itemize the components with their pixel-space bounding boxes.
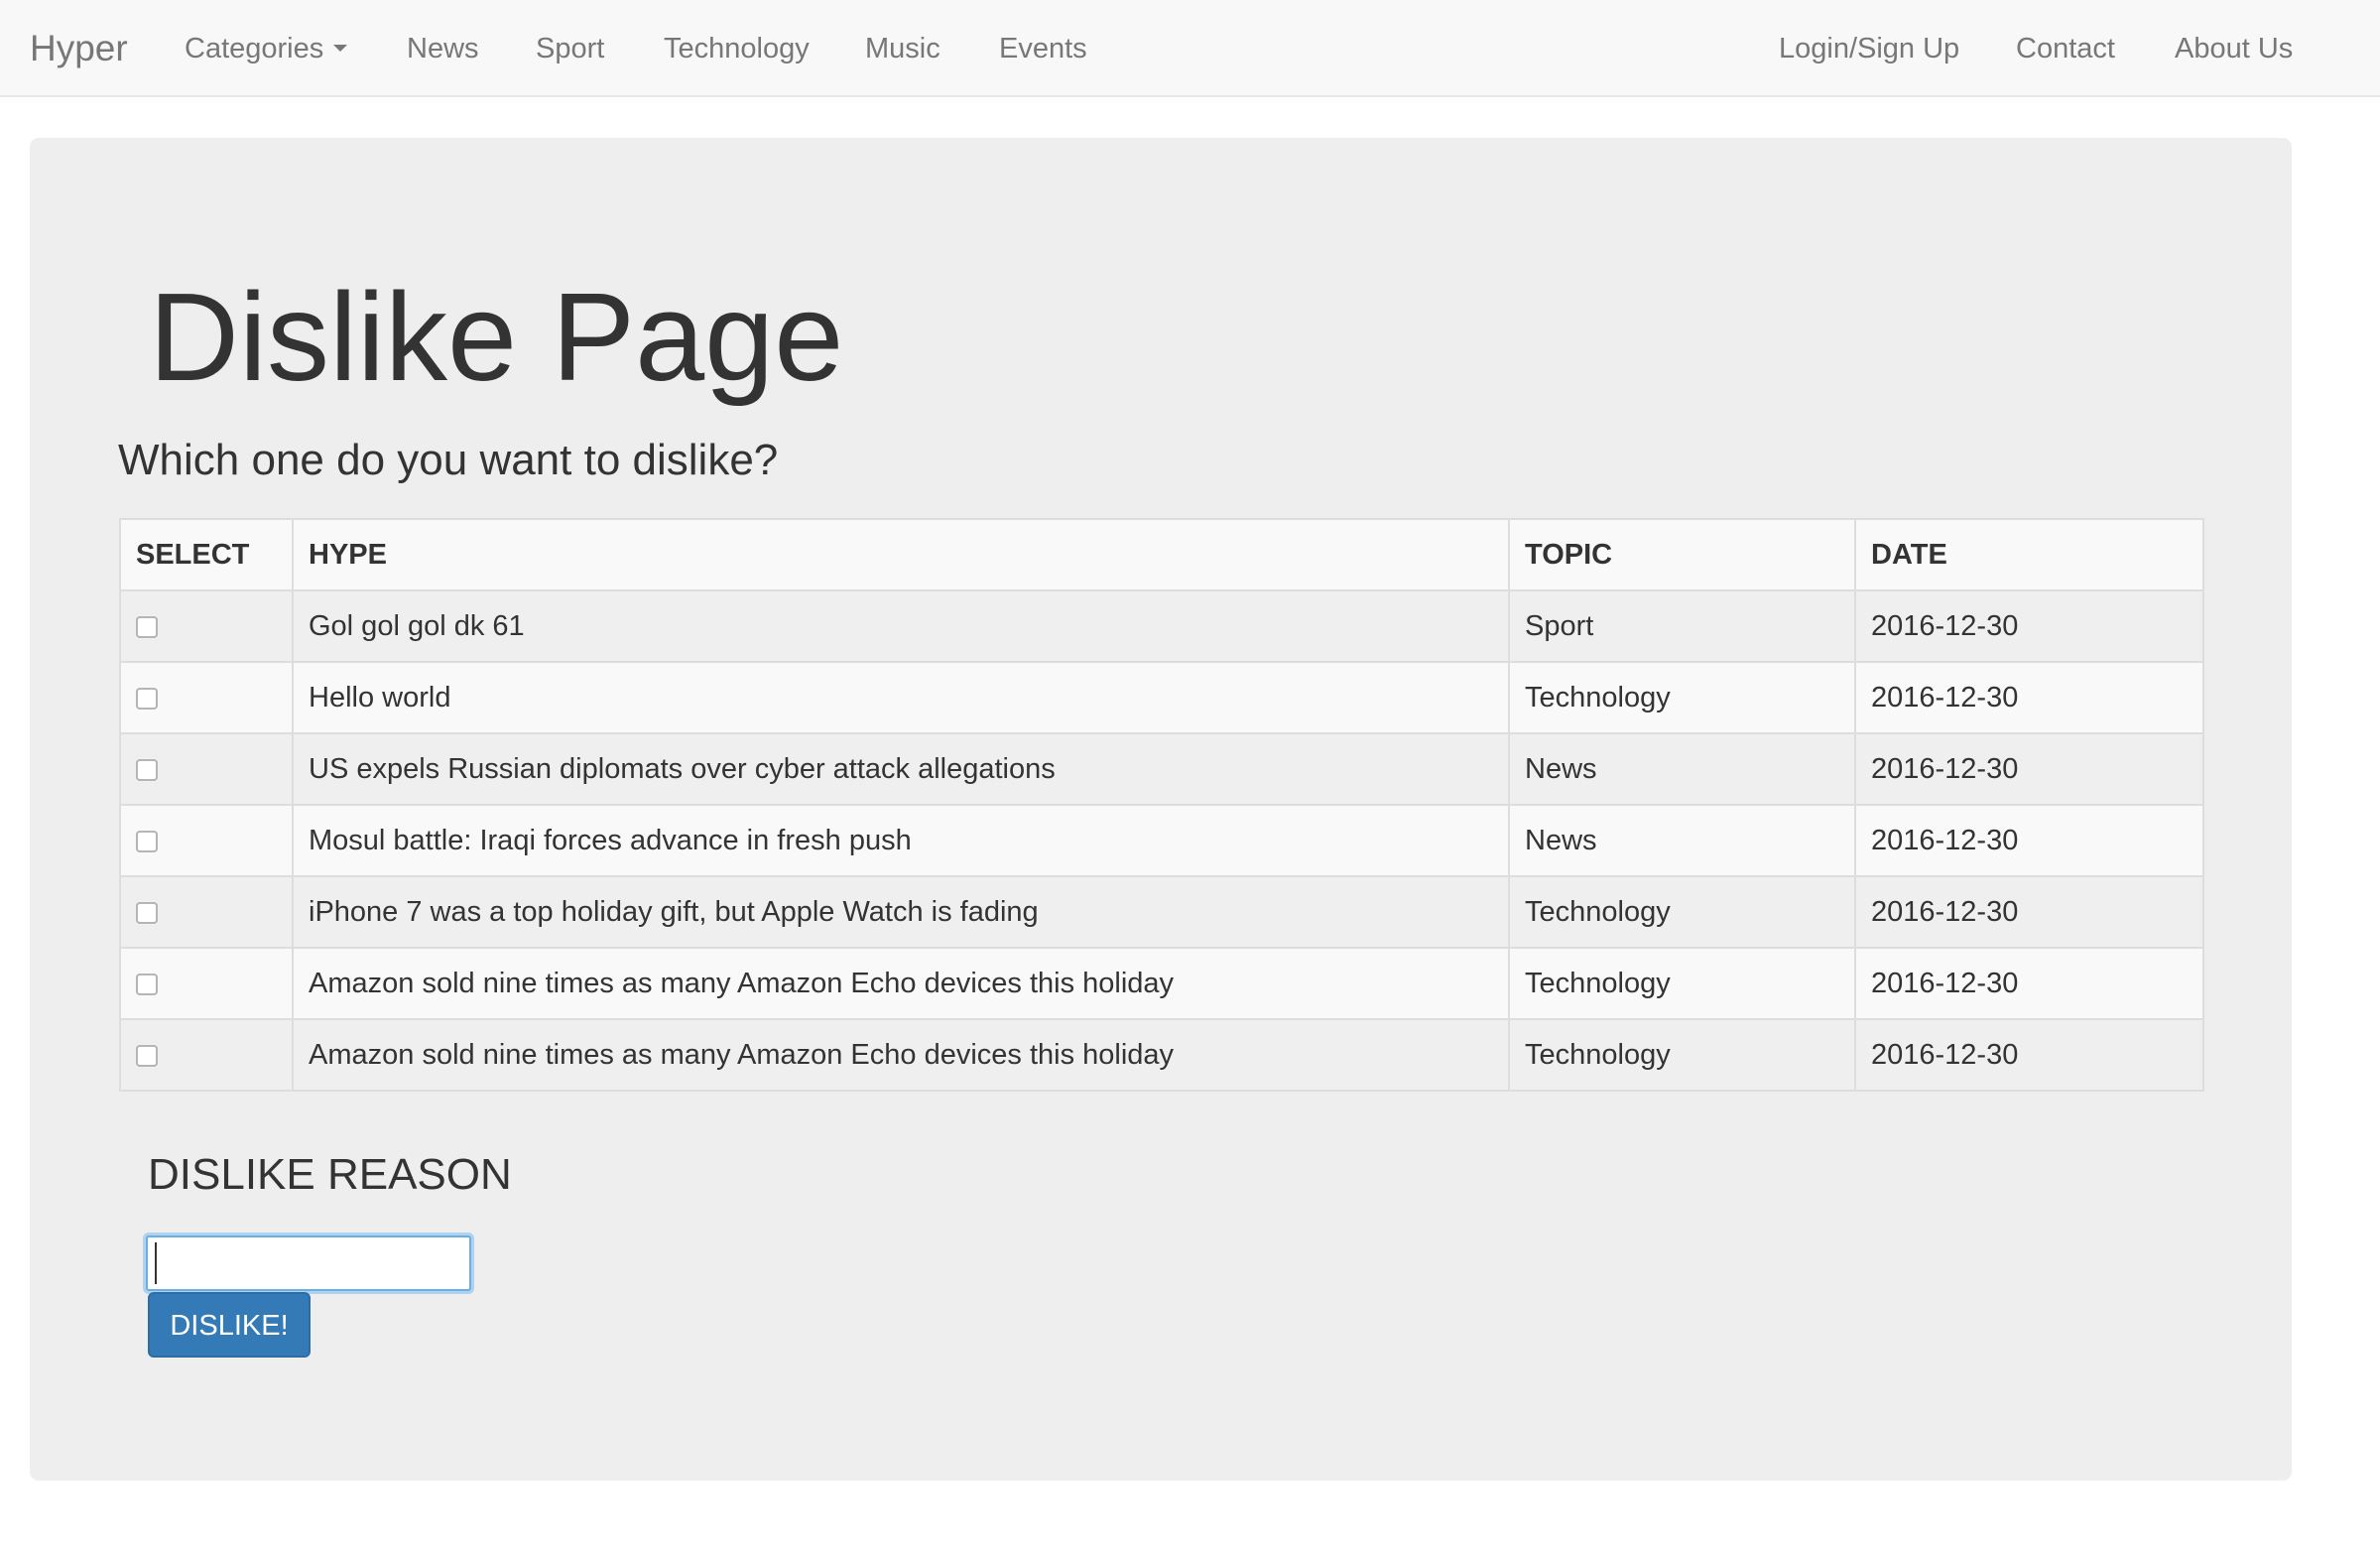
table-row: Hello world Technology 2016-12-30: [119, 661, 2204, 734]
dislike-submit-button[interactable]: DISLIKE!: [148, 1292, 311, 1358]
hype-cell: Mosul battle: Iraqi forces advance in fr…: [292, 804, 1510, 877]
column-header-topic: TOPIC: [1508, 518, 1856, 591]
hype-cell: Amazon sold nine times as many Amazon Ec…: [292, 947, 1510, 1020]
row-checkbox[interactable]: [136, 615, 158, 638]
topic-cell: News: [1508, 804, 1856, 877]
select-cell: [119, 1018, 294, 1092]
row-checkbox[interactable]: [136, 973, 158, 995]
row-checkbox[interactable]: [136, 758, 158, 781]
nav-item-sport[interactable]: Sport: [536, 0, 604, 97]
date-cell: 2016-12-30: [1854, 875, 2204, 949]
topic-cell: Technology: [1508, 947, 1856, 1020]
row-checkbox[interactable]: [136, 830, 158, 852]
page-title: Dislike Page: [149, 267, 844, 407]
select-cell: [119, 875, 294, 949]
table-row: Amazon sold nine times as many Amazon Ec…: [119, 1018, 2204, 1092]
table-row: Mosul battle: Iraqi forces advance in fr…: [119, 804, 2204, 877]
date-cell: 2016-12-30: [1854, 1018, 2204, 1092]
topic-cell: Technology: [1508, 1018, 1856, 1092]
top-navbar: Hyper Categories News Sport Technology M…: [0, 0, 2380, 97]
row-checkbox[interactable]: [136, 901, 158, 924]
row-checkbox[interactable]: [136, 687, 158, 710]
table-header-row: SELECT HYPE TOPIC DATE: [119, 518, 2204, 591]
nav-item-technology[interactable]: Technology: [664, 0, 810, 97]
select-cell: [119, 804, 294, 877]
row-checkbox[interactable]: [136, 1044, 158, 1067]
column-header-date: DATE: [1854, 518, 2204, 591]
column-header-hype: HYPE: [292, 518, 1510, 591]
dislike-reason-label: DISLIKE REASON: [148, 1150, 512, 1199]
nav-item-contact[interactable]: Contact: [2016, 0, 2115, 97]
hype-cell: Amazon sold nine times as many Amazon Ec…: [292, 1018, 1510, 1092]
table-row: iPhone 7 was a top holiday gift, but App…: [119, 875, 2204, 949]
select-cell: [119, 947, 294, 1020]
select-cell: [119, 732, 294, 806]
select-cell: [119, 661, 294, 734]
main-panel: Dislike Page Which one do you want to di…: [30, 138, 2292, 1481]
topic-cell: Sport: [1508, 589, 1856, 663]
nav-item-login-signup[interactable]: Login/Sign Up: [1779, 0, 1959, 97]
date-cell: 2016-12-30: [1854, 732, 2204, 806]
hype-table-container: SELECT HYPE TOPIC DATE Gol gol gol dk 61…: [119, 518, 2204, 1092]
nav-item-news[interactable]: News: [407, 0, 479, 97]
date-cell: 2016-12-30: [1854, 947, 2204, 1020]
page-subtitle: Which one do you want to dislike?: [118, 436, 779, 484]
hype-cell: US expels Russian diplomats over cyber a…: [292, 732, 1510, 806]
chevron-down-icon: [333, 45, 348, 53]
nav-item-categories[interactable]: Categories: [185, 0, 348, 97]
table-row: US expels Russian diplomats over cyber a…: [119, 732, 2204, 806]
hype-cell: iPhone 7 was a top holiday gift, but App…: [292, 875, 1510, 949]
date-cell: 2016-12-30: [1854, 804, 2204, 877]
topic-cell: Technology: [1508, 875, 1856, 949]
hype-cell: Hello world: [292, 661, 1510, 734]
nav-item-label: Categories: [185, 33, 324, 65]
table-row: Gol gol gol dk 61 Sport 2016-12-30: [119, 589, 2204, 663]
nav-item-music[interactable]: Music: [865, 0, 940, 97]
dislike-reason-input[interactable]: [146, 1235, 471, 1291]
topic-cell: Technology: [1508, 661, 1856, 734]
table-row: Amazon sold nine times as many Amazon Ec…: [119, 947, 2204, 1020]
text-cursor: [155, 1242, 157, 1284]
hype-table: SELECT HYPE TOPIC DATE Gol gol gol dk 61…: [119, 518, 2204, 1092]
date-cell: 2016-12-30: [1854, 589, 2204, 663]
date-cell: 2016-12-30: [1854, 661, 2204, 734]
hype-cell: Gol gol gol dk 61: [292, 589, 1510, 663]
nav-item-events[interactable]: Events: [999, 0, 1087, 97]
select-cell: [119, 589, 294, 663]
topic-cell: News: [1508, 732, 1856, 806]
nav-item-about-us[interactable]: About Us: [2175, 0, 2293, 97]
column-header-select: SELECT: [119, 518, 294, 591]
brand-logo[interactable]: Hyper: [30, 0, 128, 97]
